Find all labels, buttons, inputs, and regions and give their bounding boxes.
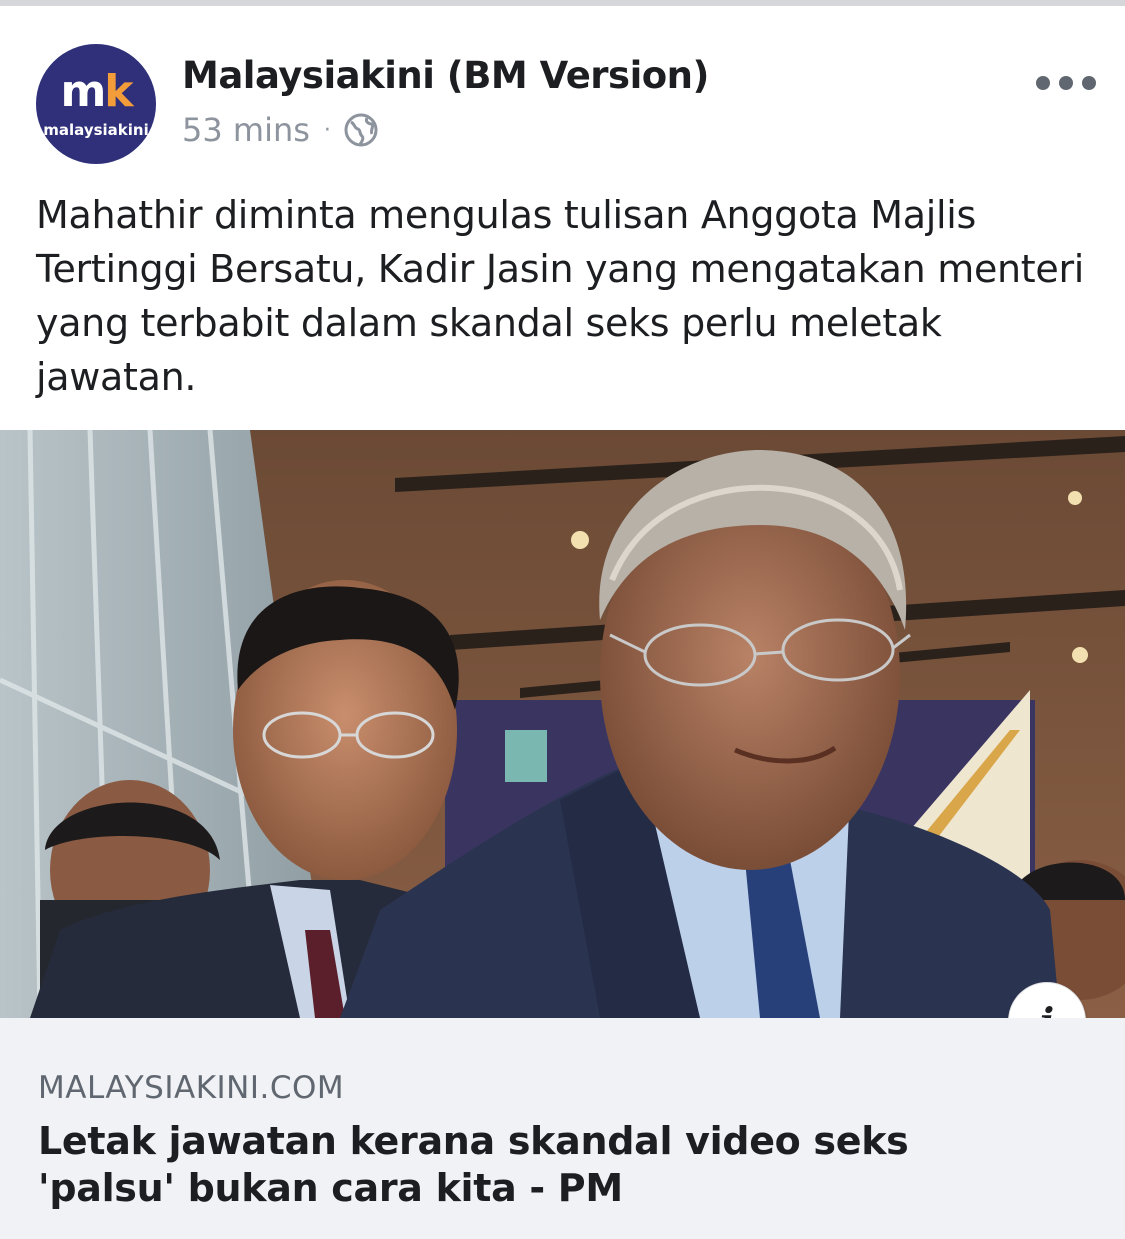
more-dot: [1082, 76, 1096, 90]
more-options-icon[interactable]: [1036, 66, 1096, 100]
page-name-link[interactable]: Malaysiakini (BM Version): [182, 54, 709, 97]
logo-letters: m: [60, 66, 106, 117]
link-title: Letak jawatan kerana skandal video seks …: [38, 1119, 909, 1210]
page-avatar[interactable]: mk malaysiakini: [36, 44, 156, 164]
link-preview-image[interactable]: [0, 430, 1125, 1018]
post-timestamp[interactable]: 53 mins: [182, 111, 310, 149]
feed-post: mk malaysiakini Malaysiakini (BM Version…: [0, 6, 1125, 1239]
logo-wordmark: malaysiakini: [43, 121, 149, 139]
logo-accent: k: [104, 66, 133, 117]
more-dot: [1036, 76, 1050, 90]
globe-icon: [343, 112, 379, 148]
meta-separator: ·: [323, 117, 331, 143]
post-meta: 53 mins ·: [182, 110, 379, 150]
link-preview[interactable]: MALAYSIAKINI.COM Letak jawatan kerana sk…: [0, 1018, 1125, 1239]
link-domain: MALAYSIAKINI.COM: [38, 1070, 345, 1106]
malaysiakini-logo: mk: [36, 66, 156, 117]
post-message: Mahathir diminta mengulas tulisan Anggot…: [36, 193, 1085, 399]
more-dot: [1059, 76, 1073, 90]
